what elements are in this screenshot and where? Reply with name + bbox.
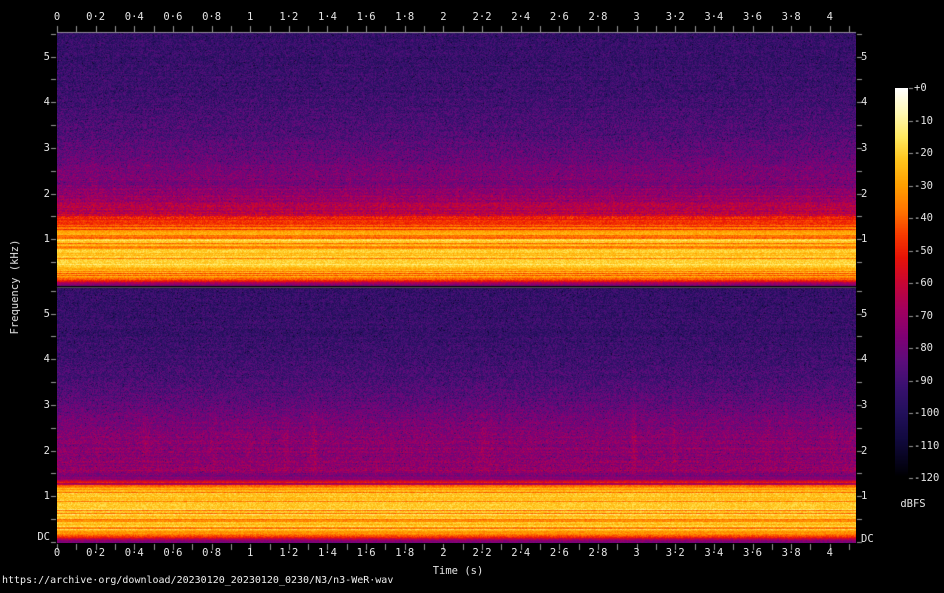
colorbar-tick-label: -10 <box>914 115 933 127</box>
time-tick-label-bottom: 3 <box>633 547 640 559</box>
colorbar-tick-label: -80 <box>914 342 933 354</box>
colorbar-unit: dBFS <box>900 498 926 510</box>
freq-tick-label-left: 3 <box>43 399 50 411</box>
time-tick-label-top: 1·8 <box>395 11 415 23</box>
colorbar-tick-label: -110 <box>914 440 940 452</box>
colorbar-tick-label: -120 <box>914 472 940 484</box>
colorbar-tick-label: +0 <box>914 82 927 94</box>
time-tick-label-bottom: 3·8 <box>781 547 801 559</box>
freq-tick-label-left: 5 <box>43 308 50 320</box>
freq-tick-label-right: 3 <box>861 399 868 411</box>
time-tick-label-top: 2·4 <box>511 11 531 23</box>
time-tick-label-bottom: 2·6 <box>549 547 569 559</box>
time-tick-label-bottom: 1 <box>247 547 254 559</box>
freq-tick-label-left: 2 <box>43 188 50 200</box>
time-tick-label-bottom: 1·2 <box>279 547 299 559</box>
time-tick-label-top: 2 <box>440 11 447 23</box>
time-tick-label-top: 3·2 <box>665 11 685 23</box>
time-tick-label-top: 3·4 <box>704 11 724 23</box>
time-tick-label-bottom: 0·8 <box>202 547 222 559</box>
axes-ticks <box>0 0 944 593</box>
time-tick-label-top: 1·4 <box>317 11 337 23</box>
time-tick-label-top: 1·2 <box>279 11 299 23</box>
time-tick-label-bottom: 2·4 <box>511 547 531 559</box>
time-tick-label-bottom: 0·4 <box>124 547 144 559</box>
colorbar-tick-label: -70 <box>914 310 933 322</box>
time-tick-label-bottom: 4 <box>826 547 833 559</box>
freq-tick-label-right: 4 <box>861 353 868 365</box>
freq-tick-label-left: 1 <box>43 490 50 502</box>
freq-tick-label-right: 4 <box>861 96 868 108</box>
time-tick-label-bottom: 0 <box>53 547 61 559</box>
x-axis-title: Time (s) <box>432 565 484 577</box>
time-tick-label-bottom: 3·6 <box>743 547 762 559</box>
colorbar-tick-label: -30 <box>914 180 933 192</box>
time-tick-label-bottom: 3·2 <box>665 547 685 559</box>
freq-tick-label-right: 3 <box>861 142 868 154</box>
freq-tick-label-right: 2 <box>861 188 868 200</box>
y-axis-title: Frequency (kHz) <box>9 239 21 335</box>
colorbar-tick-label: -60 <box>914 277 933 289</box>
time-tick-label-bottom: 1·6 <box>356 547 376 559</box>
colorbar-tick-label: -20 <box>914 147 933 159</box>
time-tick-label-top: 2·6 <box>549 11 569 23</box>
time-tick-label-top: 1·6 <box>356 11 376 23</box>
colorbar-tick-label: -100 <box>914 407 940 419</box>
time-tick-label-top: 3 <box>633 11 640 23</box>
freq-tick-label-left: 3 <box>43 142 50 154</box>
time-tick-label-top: 0·2 <box>86 11 106 23</box>
colorbar-tick-label: -50 <box>914 245 933 257</box>
colorbar-tick-label: -90 <box>914 375 933 387</box>
time-tick-label-top: 1 <box>247 11 254 23</box>
freq-tick-label-right: 2 <box>861 445 868 457</box>
time-tick-label-top: 0·8 <box>202 11 222 23</box>
freq-tick-label-right: 1 <box>861 233 868 245</box>
time-tick-label-bottom: 2·8 <box>588 547 608 559</box>
time-tick-label-top: 4 <box>826 11 833 23</box>
freq-tick-label-right: 5 <box>861 51 868 63</box>
dc-label-right: DC <box>861 533 874 545</box>
time-tick-label-top: 0·6 <box>163 11 183 23</box>
spectrogram-figure: 0 0·2 0·4 0·6 0·8 1 1·2 1·4 1·6 1·8 2 2·2 2·4 2·6 2·8 3… <box>0 0 944 593</box>
time-tick-label-top: 0·4 <box>124 11 144 23</box>
time-tick-label-bottom: 2 <box>440 547 447 559</box>
time-tick-label-bottom: 1·4 <box>317 547 337 559</box>
time-tick-label-top: 2·8 <box>588 11 608 23</box>
time-tick-label-top: 3·8 <box>781 11 801 23</box>
dc-label-left: DC <box>37 531 50 543</box>
time-tick-label-top: 2·2 <box>472 11 492 23</box>
freq-tick-label-left: 4 <box>43 353 50 365</box>
time-tick-label-top: 0 <box>53 11 61 23</box>
freq-tick-label-left: 4 <box>43 96 50 108</box>
time-tick-label-bottom: 2·2 <box>472 547 492 559</box>
time-tick-label-bottom: 0·6 <box>163 547 183 559</box>
freq-tick-label-left: 5 <box>43 51 50 63</box>
time-tick-label-bottom: 0·2 <box>86 547 106 559</box>
freq-tick-label-right: 1 <box>861 490 868 502</box>
colorbar-tick-label: -40 <box>914 212 933 224</box>
time-tick-label-bottom: 3·4 <box>704 547 724 559</box>
source-url: https://archive·org/download/20230120_20… <box>2 575 394 586</box>
freq-tick-label-right: 5 <box>861 308 868 320</box>
time-tick-label-top: 3·6 <box>743 11 762 23</box>
freq-tick-label-left: 1 <box>43 233 50 245</box>
time-tick-label-bottom: 1·8 <box>395 547 415 559</box>
freq-tick-label-left: 2 <box>43 445 50 457</box>
